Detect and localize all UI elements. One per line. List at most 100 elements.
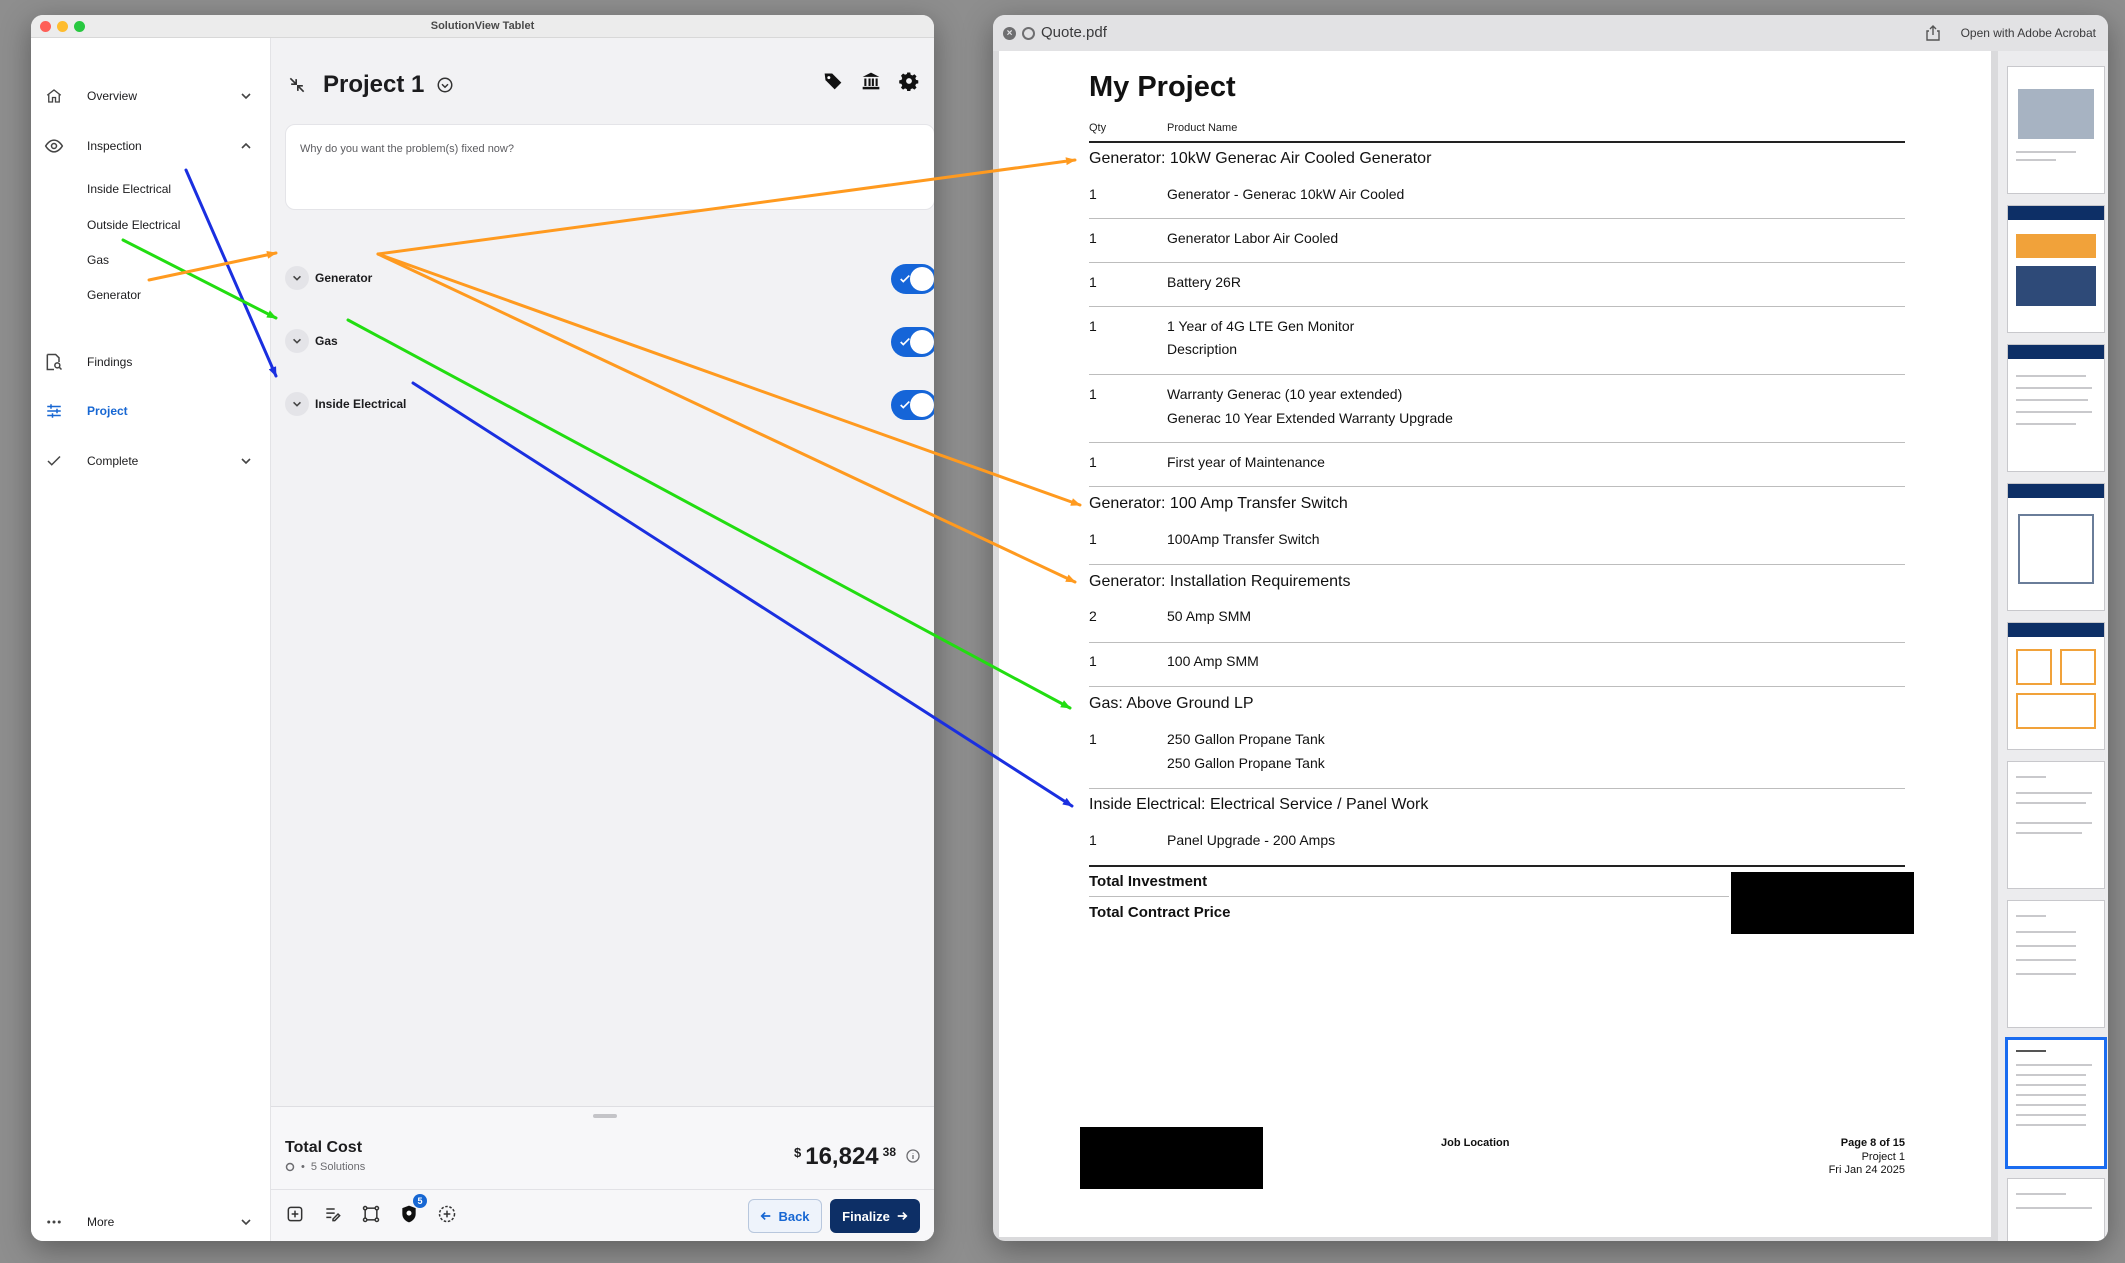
item-qty: 1 [1089, 318, 1097, 334]
arrow-left-icon [760, 1211, 771, 1221]
column-header-product: Product Name [1167, 122, 1238, 134]
project-menu-chevron-icon[interactable] [436, 76, 454, 94]
back-label: Back [778, 1208, 810, 1224]
total-contract-price-label: Total Contract Price [1089, 904, 1231, 921]
nav-project-label: Project [87, 404, 128, 418]
page-thumbnails [1998, 51, 2108, 1241]
edit-list-icon[interactable] [321, 1202, 345, 1226]
page-thumbnail[interactable] [2008, 67, 2104, 193]
inspection-item-inside-electrical[interactable]: Inside Electrical [87, 182, 171, 196]
back-button[interactable]: Back [748, 1199, 822, 1233]
drag-handle[interactable] [593, 1114, 617, 1118]
row-divider [1089, 486, 1905, 487]
nav-overview[interactable]: Overview [31, 76, 271, 116]
finalize-button[interactable]: Finalize [830, 1199, 920, 1233]
price-currency: $ [794, 1145, 802, 1160]
section-inside-electrical: Inside Electrical: Electrical Service / … [1089, 796, 1429, 813]
item-name: 1 Year of 4G LTE Gen Monitor [1167, 318, 1355, 334]
collapse-arrows-icon[interactable] [287, 75, 307, 95]
redacted-footer-logo [1080, 1127, 1263, 1189]
home-icon [43, 85, 65, 107]
checkmark-icon [43, 450, 65, 472]
item-qty: 1 [1089, 186, 1097, 202]
pdf-filename: Quote.pdf [1041, 24, 1107, 41]
item-qty: 1 [1089, 832, 1097, 848]
header-rule [1089, 141, 1905, 143]
solution-toggle-inside-electrical[interactable] [891, 390, 934, 420]
item-qty: 1 [1089, 653, 1097, 669]
finalize-label: Finalize [842, 1208, 890, 1224]
header-actions [822, 70, 920, 92]
chevron-down-icon [241, 93, 251, 100]
row-divider [1089, 374, 1905, 375]
solution-row-inside-electrical: Inside Electrical [285, 389, 934, 420]
bank-icon[interactable] [860, 70, 882, 92]
gear-icon[interactable] [898, 70, 920, 92]
row-divider [1089, 564, 1905, 565]
project-title: Project 1 [323, 71, 425, 98]
inspection-item-generator[interactable]: Generator [87, 288, 141, 302]
item-name: Generator Labor Air Cooled [1167, 230, 1339, 246]
add-circle-icon[interactable] [435, 1202, 459, 1226]
tag-icon[interactable] [822, 70, 844, 92]
findings-icon [43, 351, 65, 373]
solution-row-generator: Generator [285, 263, 934, 294]
info-icon[interactable] [906, 1149, 920, 1163]
page-thumbnail[interactable] [2008, 901, 2104, 1027]
crop-icon[interactable] [359, 1202, 383, 1226]
add-document-icon[interactable] [283, 1202, 307, 1226]
page-thumbnail[interactable] [2008, 345, 2104, 471]
total-price: $ 16,824 38 [794, 1143, 920, 1171]
nav-project[interactable]: Project [31, 391, 271, 431]
expand-chevron-icon[interactable] [285, 266, 309, 290]
page-thumbnail[interactable] [2008, 484, 2104, 610]
nav-complete[interactable]: Complete [31, 441, 271, 481]
price-main: 16,824 [805, 1143, 879, 1170]
sidebar: Overview Inspection Inside Electrical Ou… [31, 38, 271, 1241]
close-icon[interactable]: × [1003, 27, 1016, 40]
nav-findings[interactable]: Findings [31, 342, 271, 382]
item-qty: 1 [1089, 230, 1097, 246]
page-thumbnail[interactable] [2008, 623, 2104, 749]
solution-name: Inside Electrical [315, 397, 407, 411]
nav-inspection[interactable]: Inspection [31, 126, 271, 166]
nav-complete-label: Complete [87, 454, 139, 468]
nav-overview-label: Overview [87, 89, 138, 103]
nav-inspection-label: Inspection [87, 139, 142, 153]
row-divider [1089, 896, 1729, 897]
page-thumbnail[interactable] [2008, 206, 2104, 332]
nav-findings-label: Findings [87, 355, 133, 369]
inspection-item-outside-electrical[interactable]: Outside Electrical [87, 218, 180, 232]
solution-toggle-gas[interactable] [891, 327, 934, 357]
item-qty: 1 [1089, 274, 1097, 290]
footer-date: Fri Jan 24 2025 [1828, 1164, 1905, 1176]
solutionview-window: SolutionView Tablet Overview Inspection … [31, 15, 934, 1241]
solution-toggle-generator[interactable] [891, 264, 934, 294]
page-thumbnail[interactable] [2008, 762, 2104, 888]
why-fix-now-input[interactable]: Why do you want the problem(s) fixed now… [285, 124, 934, 210]
row-divider [1089, 642, 1905, 643]
item-qty: 1 [1089, 531, 1097, 547]
total-cost-label: Total Cost [285, 1139, 363, 1156]
row-divider [1089, 306, 1905, 307]
item-qty: 1 [1089, 731, 1097, 747]
row-divider [1089, 218, 1905, 219]
minimize-circle-icon[interactable] [1022, 27, 1035, 40]
section-generator-10kw: Generator: 10kW Generac Air Cooled Gener… [1089, 150, 1432, 167]
page-thumbnail[interactable] [2008, 1179, 2104, 1241]
row-divider [1089, 262, 1905, 263]
divider [271, 1189, 934, 1190]
solution-row-gas: Gas [285, 326, 934, 357]
footer-project: Project 1 [1861, 1151, 1905, 1163]
item-name: Generator - Generac 10kW Air Cooled [1167, 186, 1405, 202]
expand-chevron-icon[interactable] [285, 329, 309, 353]
expand-chevron-icon[interactable] [285, 392, 309, 416]
shield-icon[interactable]: 5 [397, 1194, 427, 1226]
page-thumbnail-selected[interactable] [2008, 1040, 2104, 1166]
open-with-acrobat-button[interactable]: Open with Adobe Acrobat [1961, 26, 2096, 40]
item-name: Battery 26R [1167, 274, 1241, 290]
nav-more[interactable]: More [31, 1202, 271, 1241]
section-gas-above-ground: Gas: Above Ground LP [1089, 695, 1254, 712]
inspection-item-gas[interactable]: Gas [87, 253, 109, 267]
share-icon[interactable] [1926, 25, 1940, 41]
